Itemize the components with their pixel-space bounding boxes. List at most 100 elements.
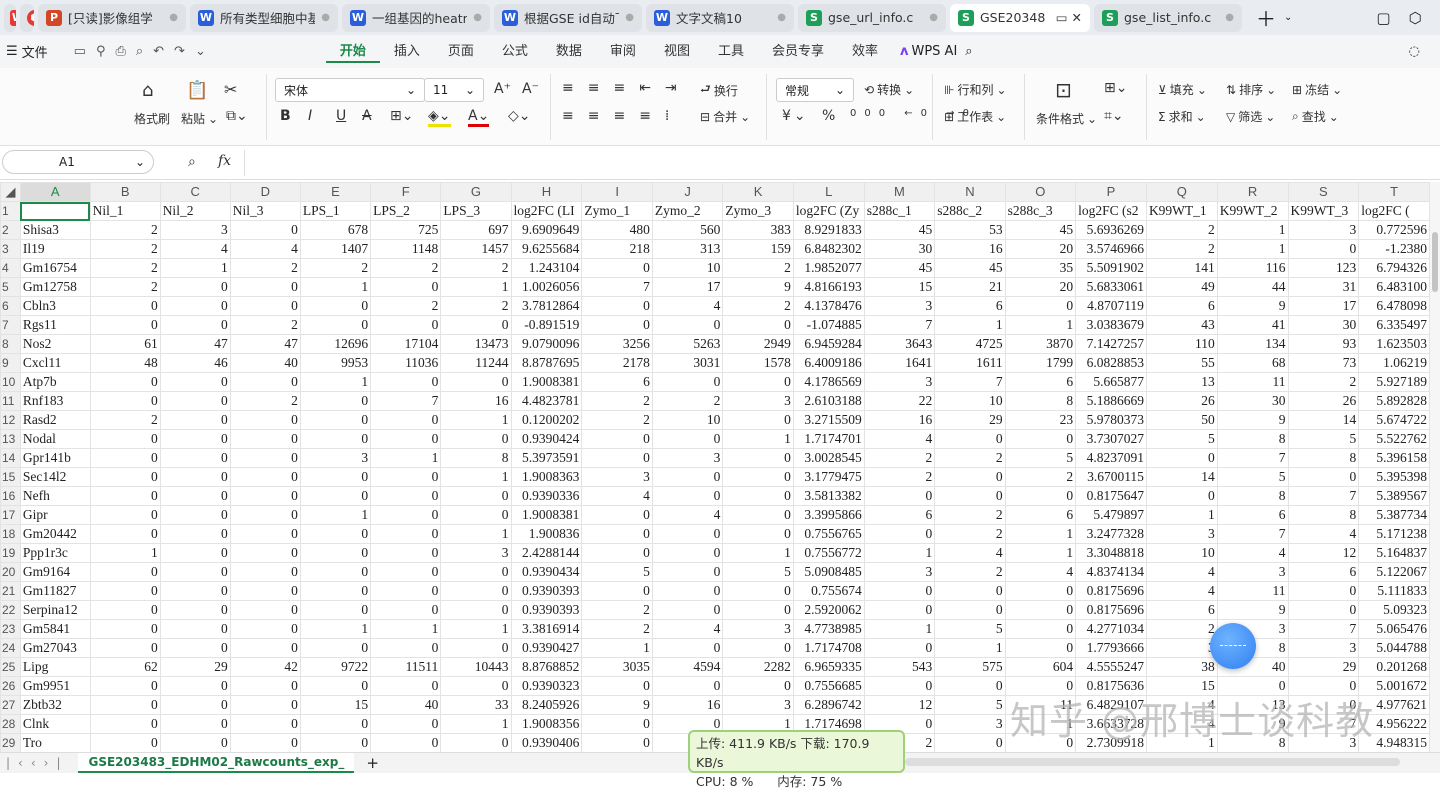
value-cell[interactable]: 6.9459284 <box>793 335 864 354</box>
value-cell[interactable]: 20 <box>1005 278 1075 297</box>
value-cell[interactable]: 0 <box>441 506 511 525</box>
value-cell[interactable]: 0 <box>723 677 793 696</box>
value-cell[interactable]: 9 <box>1217 297 1288 316</box>
value-cell[interactable]: 11036 <box>371 354 441 373</box>
value-cell[interactable]: 9722 <box>300 658 370 677</box>
value-cell[interactable]: 0 <box>230 601 300 620</box>
value-cell[interactable]: 0.9390323 <box>511 677 582 696</box>
row-header[interactable]: 8 <box>1 335 21 354</box>
value-cell[interactable]: 7 <box>1288 620 1359 639</box>
value-cell[interactable]: 6.4829107 <box>1076 696 1147 715</box>
add-sheet-button[interactable]: + <box>366 754 379 772</box>
value-cell[interactable]: 5.0908485 <box>793 563 864 582</box>
header-cell[interactable]: s288c_3 <box>1005 202 1075 221</box>
value-cell[interactable]: 0 <box>90 525 160 544</box>
value-cell[interactable]: 1.9852077 <box>793 259 864 278</box>
value-cell[interactable]: 0 <box>441 601 511 620</box>
header-cell[interactable]: Nil_1 <box>90 202 160 221</box>
conditional-format-button[interactable]: 条件格式⌄ <box>1036 110 1097 127</box>
row-header[interactable]: 24 <box>1 639 21 658</box>
value-cell[interactable]: 0 <box>441 677 511 696</box>
value-cell[interactable]: 1 <box>582 639 652 658</box>
value-cell[interactable]: 2 <box>230 316 300 335</box>
value-cell[interactable]: 13 <box>1146 373 1217 392</box>
value-cell[interactable]: 0 <box>582 430 652 449</box>
value-cell[interactable]: 2 <box>935 506 1005 525</box>
value-cell[interactable]: 0 <box>652 373 722 392</box>
quick-access-icons[interactable]: ▭⚲⎙⌕↶↷⌄ <box>74 44 216 59</box>
gene-cell[interactable]: Gm9951 <box>20 677 90 696</box>
value-cell[interactable]: 0 <box>652 430 722 449</box>
value-cell[interactable]: 5.001672 <box>1359 677 1430 696</box>
filter-button[interactable]: ▽筛选⌄ <box>1226 108 1275 125</box>
value-cell[interactable]: 4 <box>1288 525 1359 544</box>
header-cell[interactable]: Zymo_1 <box>582 202 652 221</box>
value-cell[interactable]: 0 <box>441 582 511 601</box>
value-cell[interactable]: 1 <box>864 620 934 639</box>
header-cell[interactable]: s288c_1 <box>864 202 934 221</box>
value-cell[interactable]: 4.5555247 <box>1076 658 1147 677</box>
fill-button[interactable]: ⊻填充⌄ <box>1158 81 1207 98</box>
value-cell[interactable]: 3 <box>1288 221 1359 240</box>
value-cell[interactable]: 0 <box>90 297 160 316</box>
gene-cell[interactable]: Lipg <box>20 658 90 677</box>
value-cell[interactable]: 0 <box>300 392 370 411</box>
value-cell[interactable]: 5.389567 <box>1359 487 1430 506</box>
value-cell[interactable]: 4 <box>1146 563 1217 582</box>
value-cell[interactable]: 5.665877 <box>1076 373 1147 392</box>
value-cell[interactable]: 0 <box>300 601 370 620</box>
value-cell[interactable]: 4 <box>1146 696 1217 715</box>
value-cell[interactable]: 0 <box>1005 734 1075 753</box>
value-cell[interactable]: 0 <box>723 468 793 487</box>
value-cell[interactable]: 3.2477328 <box>1076 525 1147 544</box>
value-cell[interactable]: 0 <box>864 525 934 544</box>
value-cell[interactable]: 16 <box>652 696 722 715</box>
row-header[interactable]: 4 <box>1 259 21 278</box>
cube-icon[interactable]: ⬡ <box>1409 9 1422 27</box>
value-cell[interactable]: 0 <box>935 677 1005 696</box>
column-header[interactable]: T <box>1359 183 1430 202</box>
value-cell[interactable]: 0 <box>160 449 230 468</box>
value-cell[interactable]: 0 <box>371 525 441 544</box>
gene-cell[interactable]: Clnk <box>20 715 90 734</box>
value-cell[interactable]: 0 <box>90 715 160 734</box>
value-cell[interactable]: 0 <box>160 506 230 525</box>
value-cell[interactable]: 5 <box>1005 449 1075 468</box>
value-cell[interactable]: 8 <box>1217 487 1288 506</box>
value-cell[interactable]: 8 <box>1288 506 1359 525</box>
value-cell[interactable]: 0 <box>371 468 441 487</box>
value-cell[interactable]: 0 <box>230 715 300 734</box>
paste-button[interactable]: 粘贴⌄ <box>181 110 218 127</box>
value-cell[interactable]: 6.483100 <box>1359 278 1430 297</box>
vertical-align-icons[interactable]: ≡≡≡⇤⇥ <box>562 80 691 96</box>
value-cell[interactable]: 5.044788 <box>1359 639 1430 658</box>
value-cell[interactable]: 1 <box>441 278 511 297</box>
value-cell[interactable]: 4.7738985 <box>793 620 864 639</box>
value-cell[interactable]: 3.5813382 <box>793 487 864 506</box>
value-cell[interactable]: 0 <box>160 601 230 620</box>
floating-assistant-button[interactable] <box>1210 623 1256 669</box>
menu-3[interactable]: 公式 <box>488 40 542 63</box>
value-cell[interactable]: 0 <box>90 316 160 335</box>
value-cell[interactable]: 0 <box>1005 582 1075 601</box>
strikethrough-icon[interactable]: A <box>362 108 372 124</box>
value-cell[interactable]: 0 <box>441 487 511 506</box>
value-cell[interactable]: 7 <box>1217 525 1288 544</box>
value-cell[interactable]: 3.3048818 <box>1076 544 1147 563</box>
sheet-nav-icons[interactable]: |‹‹›| <box>6 756 68 770</box>
value-cell[interactable]: 0.9390434 <box>511 563 582 582</box>
value-cell[interactable]: 5263 <box>652 335 722 354</box>
value-cell[interactable]: 2 <box>441 259 511 278</box>
value-cell[interactable]: 0 <box>1005 297 1075 316</box>
row-header[interactable]: 14 <box>1 449 21 468</box>
value-cell[interactable]: 5.387734 <box>1359 506 1430 525</box>
value-cell[interactable]: 0 <box>371 430 441 449</box>
value-cell[interactable]: 8 <box>1288 449 1359 468</box>
value-cell[interactable]: 0 <box>300 734 370 753</box>
value-cell[interactable]: 6.478098 <box>1359 297 1430 316</box>
value-cell[interactable]: 0 <box>160 468 230 487</box>
value-cell[interactable]: 0 <box>723 487 793 506</box>
value-cell[interactable]: 5.164837 <box>1359 544 1430 563</box>
value-cell[interactable]: 2 <box>90 221 160 240</box>
header-cell[interactable]: Nil_3 <box>230 202 300 221</box>
